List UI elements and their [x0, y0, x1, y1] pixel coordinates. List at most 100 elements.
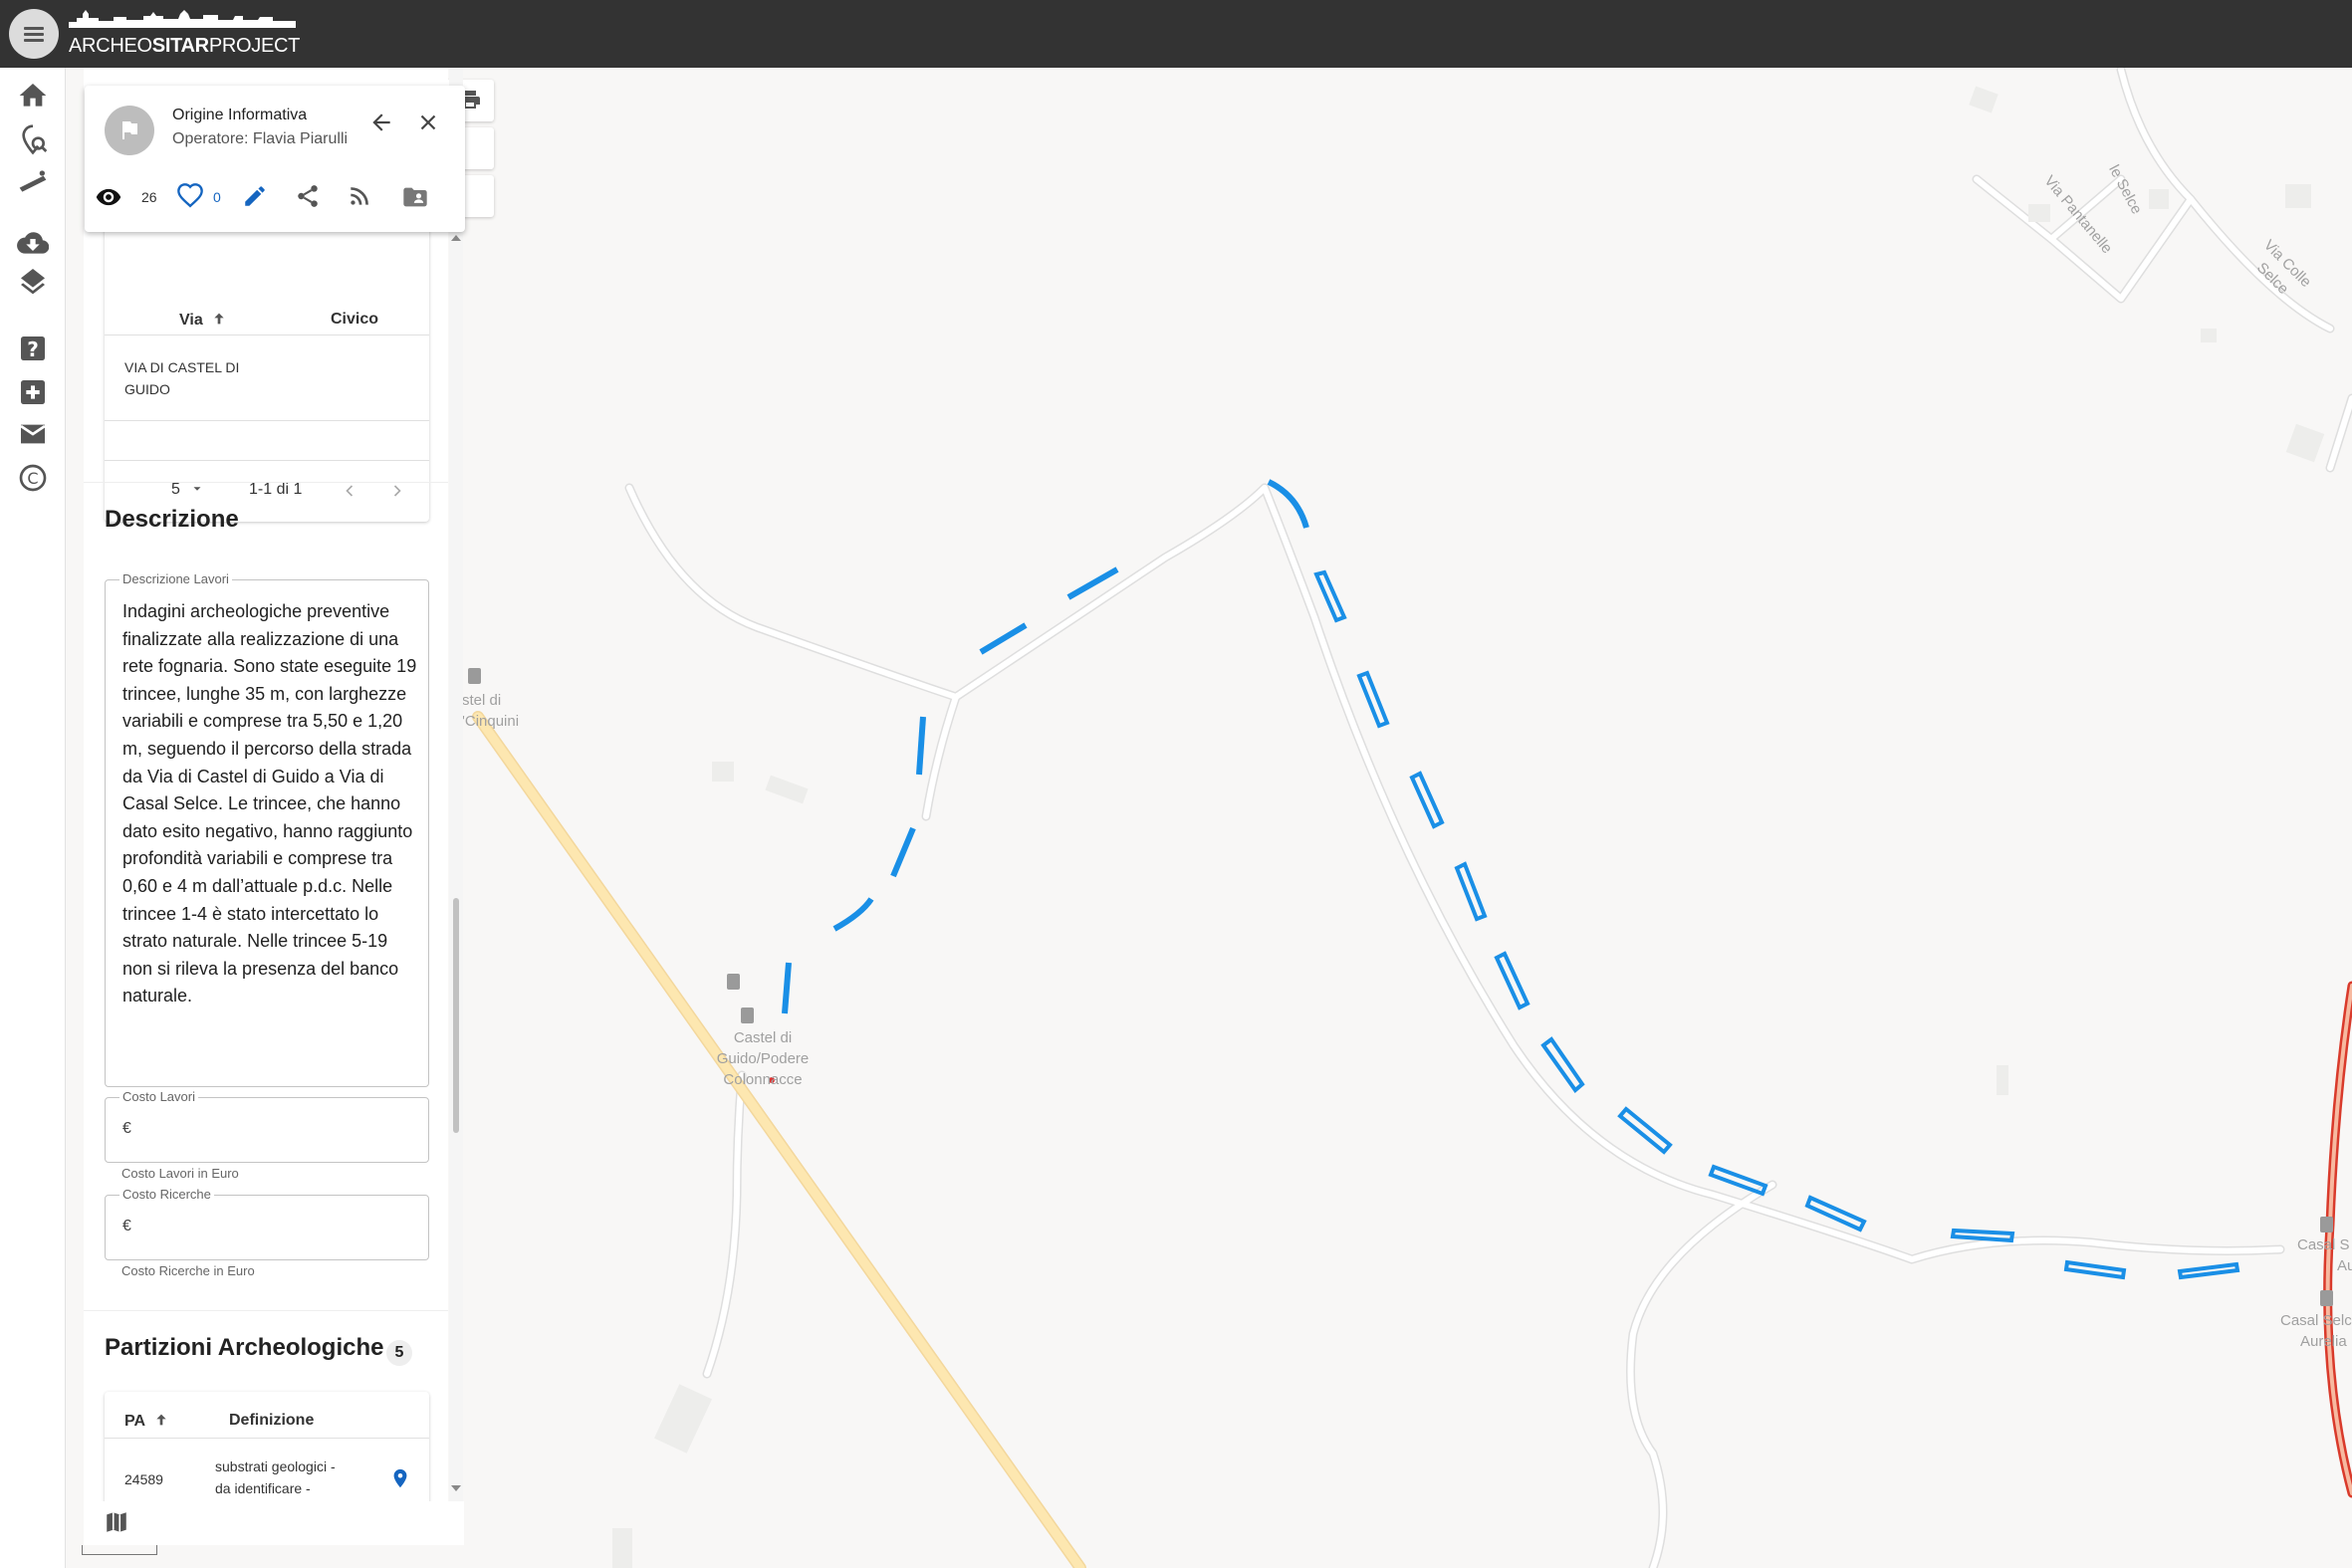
layers-icon[interactable] [17, 269, 49, 301]
currency-prefix: € [122, 1120, 131, 1137]
column-header-definizione[interactable]: Definizione [229, 1412, 314, 1430]
address-table-card: Via Civico VIA DI CASTEL DI GUIDO 5 1-1 … [105, 217, 429, 522]
eye-icon [96, 188, 121, 206]
likes-count: 0 [213, 189, 221, 205]
info-popup: Origine Informativa Operatore: Flavia Pi… [85, 86, 465, 232]
divider [105, 1438, 429, 1439]
views-count: 26 [141, 189, 157, 205]
folder-contact-icon[interactable] [401, 183, 429, 211]
search-location-icon[interactable] [17, 123, 49, 155]
prev-page-icon[interactable] [340, 481, 359, 501]
logo-text: ARCHEOSITARPROJECT [69, 35, 300, 58]
home-icon[interactable] [17, 80, 49, 112]
avatar [105, 106, 154, 155]
app-header: ARCHEOSITARPROJECT [0, 0, 2352, 68]
partizioni-count-badge: 5 [386, 1340, 412, 1366]
menu-button[interactable] [9, 9, 59, 59]
currency-prefix: € [122, 1218, 131, 1234]
popup-title: Origine Informativa [172, 107, 308, 123]
map-toggle-bar [84, 1501, 464, 1545]
map-label-line: 'Cinquini [462, 713, 520, 730]
location-pin-icon[interactable] [389, 1465, 411, 1491]
arrow-up-icon [214, 313, 224, 325]
map-label-casal-selce: Casal S Aure [2297, 1234, 2352, 1276]
menu-icon [24, 33, 44, 36]
map-label-line: Casal S [2297, 1236, 2350, 1253]
logo-part: ARCHEO [69, 35, 152, 57]
cloud-download-icon[interactable] [17, 227, 49, 259]
map-label-line: Aurelia [2300, 1333, 2347, 1350]
map-label-castel-cinquini: stel di 'Cinquini [462, 690, 519, 732]
section-divider [84, 1310, 448, 1311]
flag-icon [122, 121, 137, 139]
logo[interactable]: ARCHEOSITARPROJECT [69, 8, 300, 58]
field-helper-text: Costo Lavori in Euro [121, 1166, 239, 1181]
logo-part-bold: SITAR [151, 35, 209, 57]
scale-bar [82, 1545, 157, 1555]
menu-icon [24, 27, 44, 30]
measure-icon[interactable] [17, 165, 49, 197]
column-header-pa-label: PA [124, 1413, 145, 1430]
copyright-icon[interactable]: C [17, 462, 49, 494]
divider [105, 420, 429, 421]
costo-ricerche-field[interactable]: Costo Ricerche € [105, 1187, 429, 1260]
arrow-up-icon [156, 1414, 166, 1426]
dropdown-arrow-icon [193, 487, 201, 491]
column-header-via-label: Via [179, 312, 203, 329]
scrollbar-thumb[interactable] [453, 898, 459, 1133]
page-size-value: 5 [171, 481, 180, 498]
left-toolbar: ? C [0, 68, 66, 1568]
menu-icon [24, 39, 44, 42]
map-label-casal-selce-aurelia: Casal Selc Aurelia [2280, 1310, 2352, 1352]
next-page-icon[interactable] [387, 481, 407, 501]
column-header-civico[interactable]: Civico [331, 311, 378, 329]
heart-icon[interactable] [176, 182, 204, 210]
logo-part: PROJECT [208, 35, 301, 57]
partizioni-table-card: PA Definizione 24589 substrati geologici… [105, 1392, 429, 1501]
map-label-line: Colonnacce [723, 1071, 803, 1088]
cell-definizione-line: da identificare - [215, 1480, 311, 1496]
edit-icon[interactable] [242, 183, 268, 209]
field-helper-text: Costo Ricerche in Euro [121, 1263, 255, 1278]
scroll-down-arrow-icon[interactable] [451, 1485, 461, 1491]
panel-scrollbar[interactable] [449, 68, 463, 1501]
map-label-line: stel di [462, 692, 502, 709]
column-header-pa[interactable]: PA [124, 1412, 169, 1431]
table-row: VIA DI CASTEL DI GUIDO [124, 356, 239, 400]
map-label-line: Aure [2337, 1257, 2352, 1274]
descrizione-lavori-text: Indagini archeologiche preventive finali… [122, 601, 417, 1007]
help-icon[interactable]: ? [17, 333, 49, 364]
field-label: Descrizione Lavori [119, 571, 232, 586]
map-label-line: Casal Selc [2280, 1312, 2352, 1329]
section-title-partizioni: Partizioni Archeologiche [105, 1334, 384, 1361]
detail-panel: Via Civico VIA DI CASTEL DI GUIDO 5 1-1 … [84, 68, 448, 1501]
descrizione-lavori-field[interactable]: Descrizione Lavori Indagini archeologich… [105, 571, 429, 1087]
field-label: Costo Ricerche [119, 1187, 214, 1202]
cell-via: GUIDO [124, 381, 170, 397]
section-divider [84, 482, 448, 483]
popup-operator: Operatore: Flavia Piarulli [172, 130, 349, 147]
close-icon[interactable] [415, 110, 441, 135]
svg-text:C: C [27, 469, 38, 488]
skyline-logo-icon [69, 10, 296, 28]
mail-icon[interactable] [17, 418, 49, 450]
cell-definizione: substrati geologici - da identificare - [215, 1456, 336, 1499]
map-icon[interactable] [104, 1509, 129, 1535]
column-header-via[interactable]: Via [179, 311, 227, 330]
map-label-line: Castel di [733, 1029, 793, 1046]
share-icon[interactable] [295, 183, 321, 209]
cell-via: VIA DI CASTEL DI [124, 359, 240, 375]
scroll-up-arrow-icon[interactable] [451, 235, 461, 241]
svg-text:?: ? [27, 337, 39, 361]
map-label-castel-di-guido: Castel di Guido/Podere Colonnacce [683, 1027, 842, 1090]
back-arrow-icon[interactable] [368, 110, 394, 135]
map-label-line: Guido/Podere [716, 1050, 810, 1067]
add-box-icon[interactable] [17, 376, 49, 408]
cell-definizione-line: substrati geologici - [215, 1458, 336, 1474]
cell-pa: 24589 [124, 1471, 163, 1487]
costo-lavori-field[interactable]: Costo Lavori € [105, 1089, 429, 1163]
divider [105, 460, 429, 461]
divider [105, 335, 429, 336]
field-label: Costo Lavori [119, 1089, 198, 1104]
rss-icon[interactable] [347, 183, 372, 209]
